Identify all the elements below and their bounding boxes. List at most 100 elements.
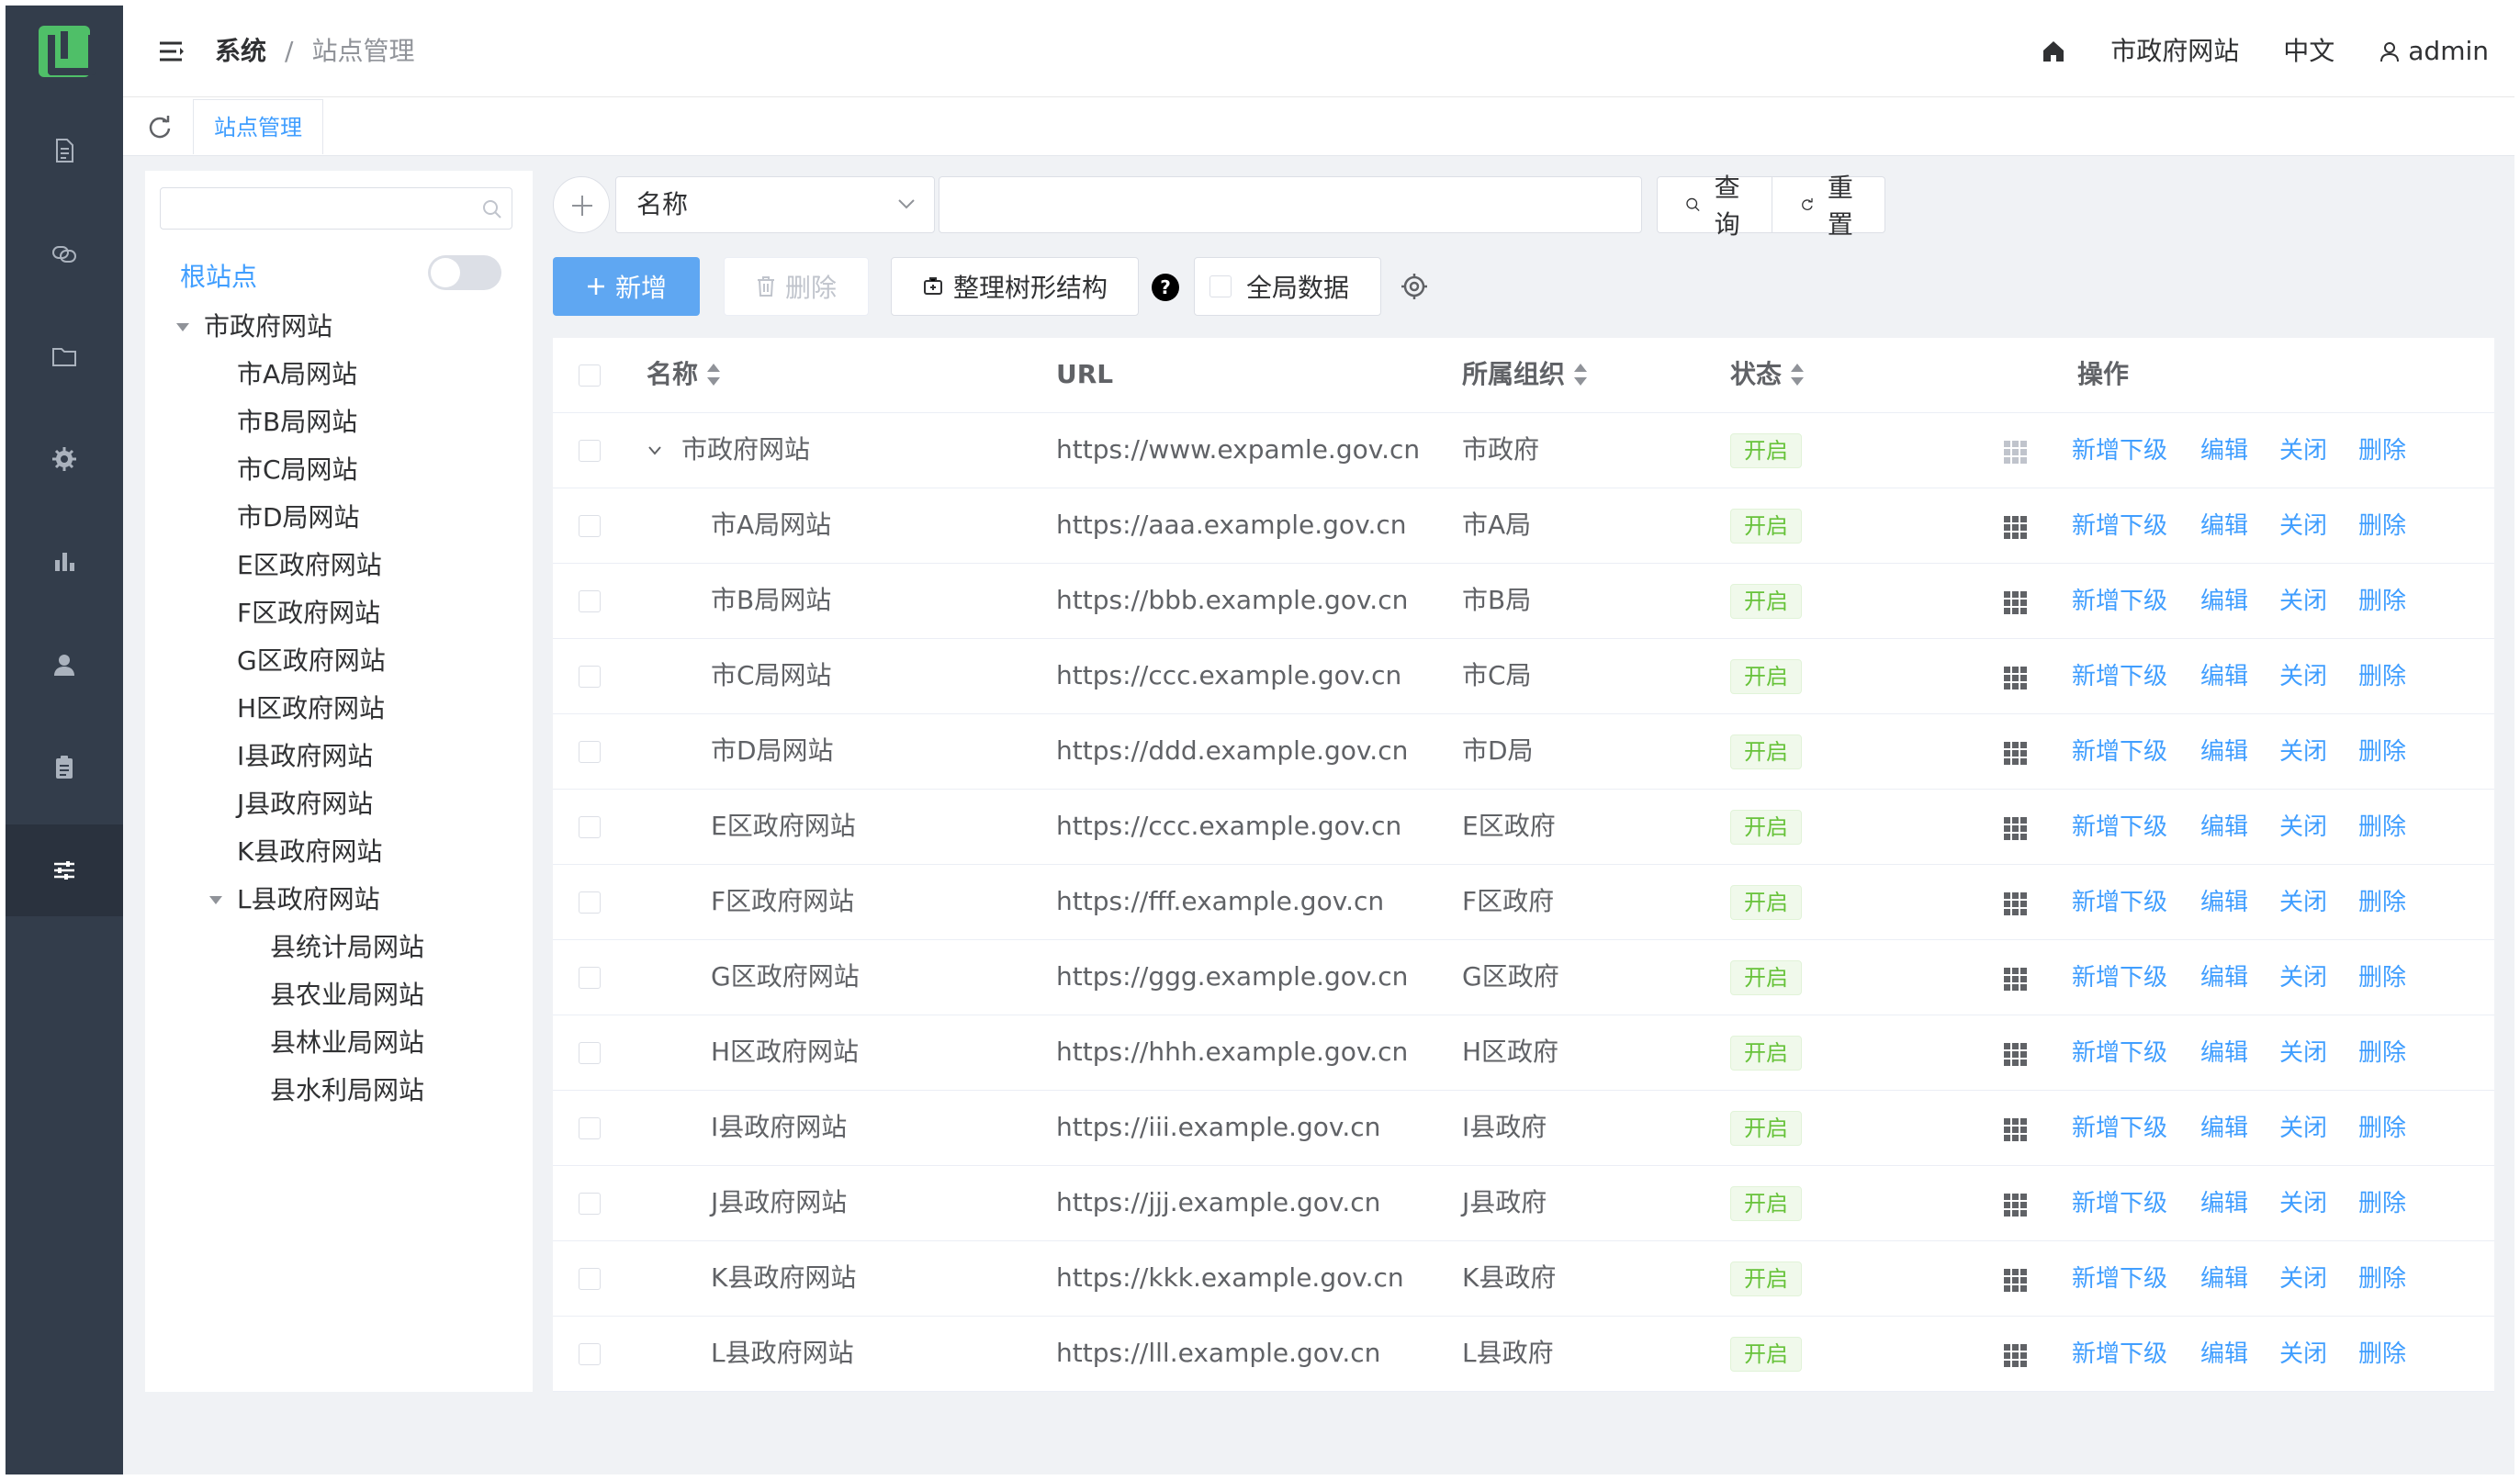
add-child-link[interactable]: 新增下级 bbox=[2072, 583, 2167, 620]
home-icon[interactable] bbox=[2041, 39, 2066, 64]
edit-link[interactable]: 编辑 bbox=[2200, 1110, 2248, 1147]
grid-icon[interactable] bbox=[2002, 891, 2028, 916]
grid-icon[interactable] bbox=[2002, 439, 2028, 465]
grid-icon[interactable] bbox=[2002, 1041, 2028, 1067]
edit-link[interactable]: 编辑 bbox=[2200, 734, 2248, 770]
edit-link[interactable]: 编辑 bbox=[2200, 583, 2248, 620]
row-checkbox[interactable] bbox=[579, 967, 601, 989]
row-checkbox[interactable] bbox=[579, 1042, 601, 1064]
sort-icon[interactable] bbox=[1574, 364, 1588, 386]
add-child-link[interactable]: 新增下级 bbox=[2072, 1185, 2167, 1222]
tree-node[interactable]: F区政府网站 bbox=[237, 595, 380, 632]
rail-item-user[interactable] bbox=[6, 619, 123, 711]
add-child-link[interactable]: 新增下级 bbox=[2072, 1261, 2167, 1297]
delete-link[interactable]: 删除 bbox=[2358, 583, 2406, 620]
row-checkbox[interactable] bbox=[579, 741, 601, 763]
help-icon[interactable]: ? bbox=[1152, 274, 1179, 301]
row-checkbox[interactable] bbox=[579, 666, 601, 688]
row-checkbox[interactable] bbox=[579, 1117, 601, 1139]
edit-link[interactable]: 编辑 bbox=[2200, 508, 2248, 544]
delete-link[interactable]: 删除 bbox=[2358, 432, 2406, 469]
add-child-link[interactable]: 新增下级 bbox=[2072, 959, 2167, 996]
close-link[interactable]: 关闭 bbox=[2279, 658, 2327, 695]
tree-node[interactable]: G区政府网站 bbox=[237, 643, 386, 679]
tree-node[interactable]: K县政府网站 bbox=[237, 834, 382, 870]
caret-down-icon[interactable] bbox=[209, 896, 222, 904]
close-link[interactable]: 关闭 bbox=[2279, 1035, 2327, 1071]
tree-node[interactable]: 市政府网站 bbox=[204, 308, 332, 345]
edit-link[interactable]: 编辑 bbox=[2200, 959, 2248, 996]
grid-icon[interactable] bbox=[2002, 514, 2028, 540]
close-link[interactable]: 关闭 bbox=[2279, 583, 2327, 620]
delete-link[interactable]: 删除 bbox=[2358, 1261, 2406, 1297]
grid-icon[interactable] bbox=[2002, 1342, 2028, 1368]
chevron-down-icon[interactable] bbox=[648, 446, 661, 455]
add-filter-button[interactable] bbox=[553, 176, 610, 233]
rail-item-chart[interactable] bbox=[6, 516, 123, 608]
close-link[interactable]: 关闭 bbox=[2279, 1185, 2327, 1222]
grid-icon[interactable] bbox=[2002, 1267, 2028, 1293]
row-checkbox[interactable] bbox=[579, 515, 601, 537]
tree-node[interactable]: 市B局网站 bbox=[237, 404, 357, 441]
delete-link[interactable]: 删除 bbox=[2358, 809, 2406, 846]
add-child-link[interactable]: 新增下级 bbox=[2072, 432, 2167, 469]
add-child-link[interactable]: 新增下级 bbox=[2072, 1035, 2167, 1071]
refresh-icon[interactable] bbox=[147, 114, 173, 140]
grid-icon[interactable] bbox=[2002, 589, 2028, 615]
add-child-link[interactable]: 新增下级 bbox=[2072, 809, 2167, 846]
menu-toggle-icon[interactable] bbox=[158, 39, 186, 64]
row-checkbox[interactable] bbox=[579, 816, 601, 838]
add-child-link[interactable]: 新增下级 bbox=[2072, 658, 2167, 695]
rail-item-clipboard[interactable] bbox=[6, 722, 123, 813]
tree-node[interactable]: I县政府网站 bbox=[237, 738, 373, 775]
add-child-link[interactable]: 新增下级 bbox=[2072, 884, 2167, 921]
sort-icon[interactable] bbox=[707, 364, 721, 386]
row-checkbox[interactable] bbox=[579, 1193, 601, 1215]
site-switcher[interactable]: 市政府网站 bbox=[2110, 33, 2239, 70]
close-link[interactable]: 关闭 bbox=[2279, 809, 2327, 846]
add-button[interactable]: 新增 bbox=[553, 257, 700, 316]
close-link[interactable]: 关闭 bbox=[2279, 1110, 2327, 1147]
header-org[interactable]: 所属组织 bbox=[1462, 356, 1588, 393]
add-child-link[interactable]: 新增下级 bbox=[2072, 508, 2167, 544]
add-child-link[interactable]: 新增下级 bbox=[2072, 1110, 2167, 1147]
tree-root[interactable]: 根站点 bbox=[180, 257, 257, 294]
tree-search-input[interactable] bbox=[160, 187, 512, 230]
tree-node[interactable]: 市D局网站 bbox=[237, 499, 360, 536]
grid-icon[interactable] bbox=[2002, 815, 2028, 841]
close-link[interactable]: 关闭 bbox=[2279, 1336, 2327, 1373]
close-link[interactable]: 关闭 bbox=[2279, 432, 2327, 469]
grid-icon[interactable] bbox=[2002, 1192, 2028, 1217]
rail-item-sliders[interactable] bbox=[6, 824, 123, 916]
row-checkbox[interactable] bbox=[579, 1268, 601, 1290]
tree-node[interactable]: L县政府网站 bbox=[237, 881, 380, 918]
rail-item-folder[interactable] bbox=[6, 310, 123, 402]
language-switcher[interactable]: 中文 bbox=[2283, 33, 2334, 70]
caret-down-icon[interactable] bbox=[176, 323, 189, 331]
edit-link[interactable]: 编辑 bbox=[2200, 884, 2248, 921]
search-button[interactable]: 查询 bbox=[1657, 173, 1773, 240]
row-checkbox[interactable] bbox=[579, 440, 601, 462]
close-link[interactable]: 关闭 bbox=[2279, 884, 2327, 921]
grid-icon[interactable] bbox=[2002, 665, 2028, 690]
edit-toggle[interactable] bbox=[428, 255, 501, 290]
delete-link[interactable]: 删除 bbox=[2358, 1336, 2406, 1373]
row-checkbox[interactable] bbox=[579, 590, 601, 612]
delete-link[interactable]: 删除 bbox=[2358, 1110, 2406, 1147]
delete-link[interactable]: 删除 bbox=[2358, 734, 2406, 770]
add-child-link[interactable]: 新增下级 bbox=[2072, 1336, 2167, 1373]
organize-tree-button[interactable]: 整理树形结构 bbox=[891, 257, 1139, 316]
edit-link[interactable]: 编辑 bbox=[2200, 432, 2248, 469]
filter-value-input[interactable] bbox=[939, 176, 1642, 233]
user-menu[interactable]: admin bbox=[2379, 33, 2489, 70]
close-link[interactable]: 关闭 bbox=[2279, 959, 2327, 996]
delete-link[interactable]: 删除 bbox=[2358, 884, 2406, 921]
sort-icon[interactable] bbox=[1791, 364, 1805, 386]
tree-node[interactable]: H区政府网站 bbox=[237, 690, 385, 727]
tree-node[interactable]: E区政府网站 bbox=[237, 547, 382, 584]
delete-button[interactable]: 删除 bbox=[724, 257, 869, 316]
grid-icon[interactable] bbox=[2002, 966, 2028, 992]
grid-icon[interactable] bbox=[2002, 1116, 2028, 1142]
column-settings-icon[interactable] bbox=[1400, 272, 1429, 301]
tab-site-management[interactable]: 站点管理 bbox=[193, 99, 323, 154]
